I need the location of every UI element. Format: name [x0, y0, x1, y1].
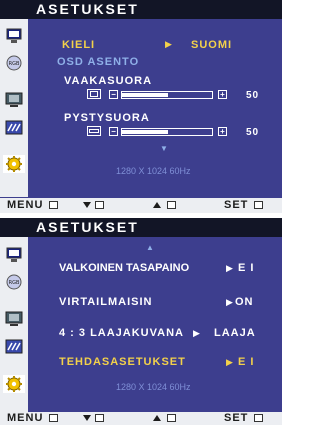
arrow-right-icon: ▶	[193, 328, 201, 338]
vaakasuora-slider[interactable]	[121, 91, 213, 99]
monitor-icon[interactable]	[3, 246, 25, 264]
osd-menu-top: ASETUKSET RGB KIELI ▶ SUOMI OSD ASENTO V…	[0, 0, 282, 213]
virtailmaisin-value: ON	[235, 296, 254, 308]
minus-button-icon[interactable]	[95, 414, 104, 422]
up-button-icon[interactable]	[153, 202, 161, 208]
osd-menu-bottom: ASETUKSET RGB ▲ VALKOINEN TASAPAINO ▶ E …	[0, 218, 282, 425]
scroll-down-icon[interactable]: ▼	[160, 144, 169, 153]
up-button-icon[interactable]	[153, 415, 161, 421]
minus-icon[interactable]: −	[109, 90, 118, 99]
rgb-icon[interactable]: RGB	[3, 54, 25, 72]
resolution-info: 1280 X 1024 60Hz	[116, 166, 191, 176]
scroll-up-icon[interactable]: ▲	[146, 243, 155, 252]
arrow-right-icon: ▶	[165, 39, 173, 49]
plus-icon[interactable]: +	[218, 127, 227, 136]
pystysuora-label: PYSTYSUORA	[64, 112, 150, 124]
set-button-icon[interactable]	[254, 414, 263, 422]
down-button-icon[interactable]	[83, 415, 91, 421]
kieli-value: SUOMI	[191, 39, 233, 51]
menu-button-label[interactable]: MENU	[7, 199, 43, 211]
set-button-icon[interactable]	[254, 201, 263, 209]
sidebar: RGB	[0, 19, 28, 197]
vertical-position-icon	[87, 126, 101, 136]
gear-icon[interactable]	[3, 155, 25, 173]
set-button-label[interactable]: SET	[224, 199, 248, 211]
tehdasasetukset-value: E I	[238, 356, 255, 368]
minus-icon[interactable]: −	[109, 127, 118, 136]
plus-icon[interactable]: +	[218, 90, 227, 99]
menu-item-kieli[interactable]: KIELI	[62, 39, 95, 51]
minus-button-icon[interactable]	[95, 201, 104, 209]
svg-text:RGB: RGB	[9, 280, 20, 286]
vaakasuora-label: VAAKASUORA	[64, 75, 153, 87]
menu-title: ASETUKSET	[36, 219, 139, 235]
down-button-icon[interactable]	[83, 202, 91, 208]
monitor-settings-icon[interactable]	[3, 91, 25, 109]
gear-icon[interactable]	[3, 375, 25, 393]
pystysuora-slider[interactable]	[121, 128, 213, 136]
rgb-icon[interactable]: RGB	[3, 273, 25, 291]
tracking-icon[interactable]	[3, 338, 25, 356]
menu-title: ASETUKSET	[36, 1, 139, 17]
arrow-right-icon: ▶	[226, 357, 234, 367]
title-bar: ASETUKSET	[0, 0, 282, 19]
arrow-right-icon: ▶	[226, 263, 234, 273]
menu-button-label[interactable]: MENU	[7, 412, 43, 424]
menu-item-osd-asento[interactable]: OSD ASENTO	[57, 56, 139, 68]
menu-button-icon[interactable]	[49, 414, 58, 422]
button-bar: MENU SET	[0, 412, 282, 425]
horizontal-position-icon	[87, 89, 101, 99]
pystysuora-value: 50	[246, 127, 260, 138]
button-bar: MENU SET	[0, 198, 282, 213]
plus-button-icon[interactable]	[167, 201, 176, 209]
resolution-info: 1280 X 1024 60Hz	[116, 382, 191, 392]
sidebar: RGB	[0, 237, 28, 412]
svg-text:RGB: RGB	[9, 61, 20, 67]
menu-item-valkoinen-tasapaino[interactable]: VALKOINEN TASAPAINO	[59, 262, 189, 274]
arrow-right-icon: ▶	[226, 297, 234, 307]
vaakasuora-value: 50	[246, 90, 260, 101]
monitor-settings-icon[interactable]	[3, 310, 25, 328]
menu-item-tehdasasetukset[interactable]: TEHDASASETUKSET	[59, 356, 186, 368]
tracking-icon[interactable]	[3, 119, 25, 137]
title-bar: ASETUKSET	[0, 218, 282, 237]
menu-item-virtailmaisin[interactable]: VIRTAILMAISIN	[59, 296, 152, 308]
valkoinen-tasapaino-value: E I	[238, 262, 255, 274]
menu-item-4-3-laajakuvana[interactable]: 4 : 3 LAAJAKUVANA	[59, 327, 184, 339]
set-button-label[interactable]: SET	[224, 412, 248, 424]
4-3-laajakuvana-value: LAAJA	[214, 327, 256, 339]
menu-button-icon[interactable]	[49, 201, 58, 209]
plus-button-icon[interactable]	[167, 414, 176, 422]
monitor-icon[interactable]	[3, 27, 25, 45]
